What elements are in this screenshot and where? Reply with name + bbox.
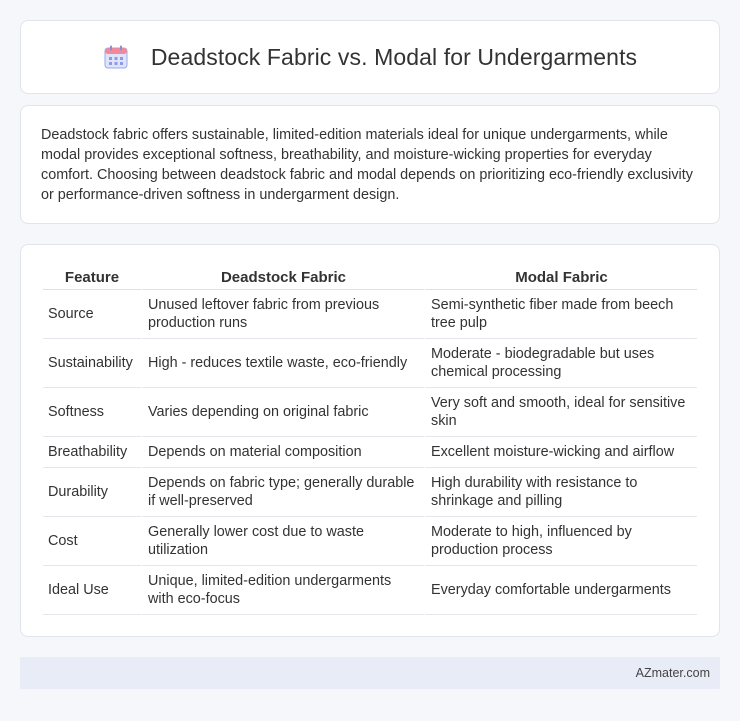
header-deadstock: Deadstock Fabric bbox=[141, 265, 424, 290]
comparison-table-card: Feature Deadstock Fabric Modal Fabric So… bbox=[20, 244, 720, 637]
cell-modal: Everyday comfortable undergarments bbox=[424, 566, 697, 615]
cell-deadstock: Depends on fabric type; generally durabl… bbox=[141, 468, 424, 517]
table-row: Breathability Depends on material compos… bbox=[43, 437, 697, 468]
table-row: Softness Varies depending on original fa… bbox=[43, 388, 697, 437]
cell-modal: High durability with resistance to shrin… bbox=[424, 468, 697, 517]
cell-deadstock: Unique, limited-edition undergarments wi… bbox=[141, 566, 424, 615]
footer-brand: AZmater.com bbox=[635, 666, 710, 680]
cell-feature: Source bbox=[43, 290, 141, 339]
cell-feature: Softness bbox=[43, 388, 141, 437]
cell-feature: Sustainability bbox=[43, 339, 141, 388]
table-row: Ideal Use Unique, limited-edition underg… bbox=[43, 566, 697, 615]
cell-modal: Moderate to high, influenced by producti… bbox=[424, 517, 697, 566]
title-card: Deadstock Fabric vs. Modal for Undergarm… bbox=[20, 20, 720, 94]
cell-deadstock: Generally lower cost due to waste utiliz… bbox=[141, 517, 424, 566]
intro-text: Deadstock fabric offers sustainable, lim… bbox=[41, 127, 693, 203]
cell-modal: Moderate - biodegradable but uses chemic… bbox=[424, 339, 697, 388]
table-row: Sustainability High - reduces textile wa… bbox=[43, 339, 697, 388]
comparison-table: Feature Deadstock Fabric Modal Fabric So… bbox=[43, 265, 697, 615]
page-title: Deadstock Fabric vs. Modal for Undergarm… bbox=[150, 43, 638, 70]
footer-bar: AZmater.com bbox=[20, 657, 720, 689]
intro-card: Deadstock fabric offers sustainable, lim… bbox=[20, 105, 720, 224]
table-row: Source Unused leftover fabric from previ… bbox=[43, 290, 697, 339]
cell-modal: Very soft and smooth, ideal for sensitiv… bbox=[424, 388, 697, 437]
table-row: Durability Depends on fabric type; gener… bbox=[43, 468, 697, 517]
cell-feature: Breathability bbox=[43, 437, 141, 468]
cell-modal: Semi-synthetic fiber made from beech tre… bbox=[424, 290, 697, 339]
cell-deadstock: Unused leftover fabric from previous pro… bbox=[141, 290, 424, 339]
cell-deadstock: Varies depending on original fabric bbox=[141, 388, 424, 437]
header-feature: Feature bbox=[43, 265, 141, 290]
calendar-icon bbox=[103, 44, 129, 70]
cell-deadstock: High - reduces textile waste, eco-friend… bbox=[141, 339, 424, 388]
table-row: Cost Generally lower cost due to waste u… bbox=[43, 517, 697, 566]
cell-deadstock: Depends on material composition bbox=[141, 437, 424, 468]
table-header-row: Feature Deadstock Fabric Modal Fabric bbox=[43, 265, 697, 290]
cell-modal: Excellent moisture-wicking and airflow bbox=[424, 437, 697, 468]
cell-feature: Cost bbox=[43, 517, 141, 566]
header-modal: Modal Fabric bbox=[424, 265, 697, 290]
cell-feature: Durability bbox=[43, 468, 141, 517]
cell-feature: Ideal Use bbox=[43, 566, 141, 615]
